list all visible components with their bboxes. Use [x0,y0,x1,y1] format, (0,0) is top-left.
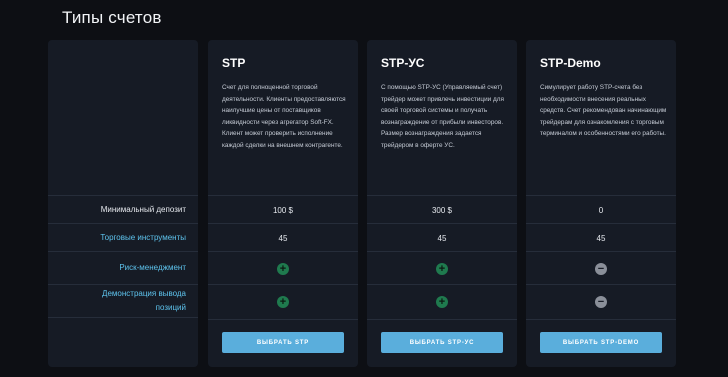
plan-description: Счет для полноценной торговой деятельнос… [222,84,346,149]
select-stp-us-button[interactable]: ВЫБРАТЬ STP-УС [381,332,503,353]
plan-instruments: 45 [208,223,358,252]
plan-name: STP [222,56,246,70]
plan-instruments: 45 [526,223,676,252]
label-row-withdrawal: Демонстрация вывода позиций [48,284,198,318]
plan-risk-management: + [367,251,517,285]
minus-icon: − [595,262,607,275]
label-min-deposit: Минимальный депозит [100,204,186,214]
plan-withdrawal-demo: − [526,284,676,320]
instruments-value: 45 [596,233,606,243]
instruments-value: 45 [278,233,288,243]
label-instruments-link[interactable]: Торговые инструменты [100,231,186,245]
label-withdrawal-demo-link[interactable]: Демонстрация вывода позиций [86,287,186,315]
plus-icon: + [436,262,448,275]
plan-name: STP-УС [381,56,425,70]
plan-risk-management: + [208,251,358,285]
plan-description: С помощью STP-УС (Управляемый счет) трей… [381,84,504,149]
label-row-min-deposit: Минимальный депозит [48,195,198,223]
plan-min-deposit: 300 $ [367,195,517,224]
page-title: Типы счетов [62,8,162,27]
plan-min-deposit: 100 $ [208,195,358,224]
plan-card-stp: STP Счет для полноценной торговой деятел… [208,40,358,367]
plan-instruments: 45 [367,223,517,252]
label-row-risk: Риск-менеджмент [48,251,198,284]
min-deposit-value: 300 $ [431,205,453,215]
plan-card-stp-us: STP-УС С помощью STP-УС (Управляемый сче… [367,40,517,367]
feature-labels-column: Минимальный депозит Торговые инструменты… [48,40,198,367]
plan-withdrawal-demo: + [208,284,358,320]
plan-description: Симулирует работу STP-счета без необходи… [540,84,667,138]
instruments-value: 45 [437,233,447,243]
label-row-instruments: Торговые инструменты [48,223,198,251]
label-risk-management-link[interactable]: Риск-менеджмент [119,261,186,275]
plus-icon: + [277,262,289,275]
min-deposit-value: 100 $ [272,205,294,215]
plus-icon: + [277,296,289,308]
plan-min-deposit: 0 [526,195,676,224]
minus-icon: − [595,296,607,308]
select-stp-button[interactable]: ВЫБРАТЬ STP [222,332,344,353]
plan-name: STP-Demo [540,56,601,70]
plan-card-stp-demo: STP-Demo Симулирует работу STP-счета без… [526,40,676,367]
plan-risk-management: − [526,251,676,285]
plus-icon: + [436,296,448,308]
select-stp-demo-button[interactable]: ВЫБРАТЬ STP-DEMO [540,332,662,353]
plan-withdrawal-demo: + [367,284,517,320]
min-deposit-value: 0 [598,205,604,215]
